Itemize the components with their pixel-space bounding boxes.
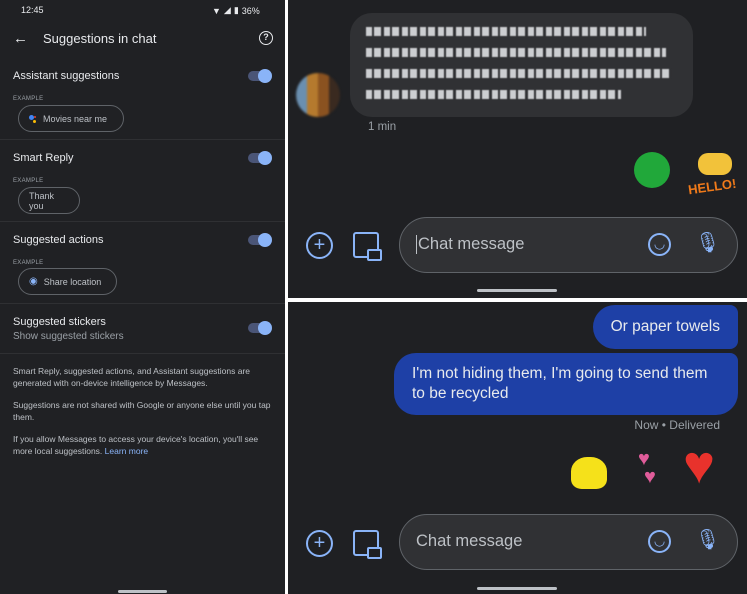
assistant-icon <box>29 114 37 123</box>
gallery-camera-icon[interactable] <box>353 530 382 559</box>
redacted-text-line <box>366 48 666 57</box>
outgoing-message-bubble[interactable]: I'm not hiding them, I'm going to send t… <box>394 353 738 415</box>
chat-message-input[interactable]: Chat message ◡ 🎙︎ <box>399 514 738 570</box>
redacted-text-line <box>366 27 646 36</box>
info-paragraph: Smart Reply, suggested actions, and Assi… <box>13 366 251 388</box>
info-paragraph: If you allow Messages to access your dev… <box>13 434 278 457</box>
wifi-icon: ▼ <box>212 5 221 16</box>
assistant-suggestions-label: Assistant suggestions <box>13 70 120 82</box>
info-paragraph: Suggestions are not shared with Google o… <box>13 400 271 422</box>
emoji-icon[interactable]: ◡ <box>648 233 671 256</box>
battery-icon: ▮ <box>233 5 239 15</box>
divider <box>0 221 285 222</box>
input-placeholder: Chat message <box>416 235 525 254</box>
page-title: Suggestions in chat <box>43 31 157 46</box>
yellow-animal-sticker[interactable] <box>571 457 607 489</box>
chip-share-location[interactable]: ◉ Share location <box>18 268 117 295</box>
home-indicator[interactable] <box>118 590 167 593</box>
suggested-actions-toggle[interactable] <box>248 233 272 247</box>
redacted-text-line <box>366 69 671 78</box>
suggested-stickers-toggle[interactable] <box>248 321 272 335</box>
heart-character-sticker[interactable]: ♥ <box>683 438 715 492</box>
suggested-stickers-label: Suggested stickers <box>13 316 106 328</box>
divider <box>0 303 285 304</box>
gallery-camera-icon[interactable] <box>353 232 382 261</box>
outgoing-message-bubble[interactable]: Or paper towels <box>592 305 738 349</box>
message-timestamp: 1 min <box>368 121 397 133</box>
home-indicator[interactable] <box>477 289 557 292</box>
learn-more-link[interactable]: Learn more <box>105 446 148 456</box>
incoming-message-bubble[interactable] <box>350 13 693 117</box>
redacted-text-line <box>366 90 621 99</box>
chip-label: Thank you <box>29 190 55 211</box>
chat-screen-top: 1 min HELLO! + Chat message ◡ 🎙︎ <box>288 0 747 298</box>
divider <box>0 139 285 140</box>
chat-screen-bottom: Or paper towels I'm not hiding them, I'm… <box>288 302 747 594</box>
microphone-icon[interactable]: 🎙︎ <box>695 230 720 255</box>
delivery-status: Now • Delivered <box>634 418 720 432</box>
add-attachment-icon[interactable]: + <box>306 530 333 557</box>
smart-reply-label: Smart Reply <box>13 152 74 164</box>
location-icon: ◉ <box>29 276 38 287</box>
contact-avatar[interactable] <box>296 73 340 117</box>
battery-level: 36% <box>241 5 260 16</box>
add-attachment-icon[interactable]: + <box>306 232 333 259</box>
hello-sticker[interactable]: HELLO! <box>686 153 738 197</box>
example-label: EXAMPLE <box>13 96 44 102</box>
divider <box>0 353 285 354</box>
assistant-suggestions-toggle[interactable] <box>248 69 272 83</box>
back-arrow-icon[interactable]: ← <box>13 30 28 47</box>
help-icon[interactable]: ? <box>259 31 273 45</box>
chat-message-input[interactable]: Chat message ◡ 🎙︎ <box>399 217 738 273</box>
example-label: EXAMPLE <box>13 260 44 266</box>
emoji-icon[interactable]: ◡ <box>648 530 671 553</box>
chip-label: Movies near me <box>43 113 108 124</box>
status-time: 12:45 <box>21 5 44 15</box>
example-label: EXAMPLE <box>13 178 44 184</box>
input-placeholder: Chat message <box>416 532 523 550</box>
status-icons: ▼ ◢ ▮ 36% <box>212 5 260 16</box>
suggested-stickers-subtitle: Show suggested stickers <box>13 331 124 342</box>
chip-label: Share location <box>43 276 102 287</box>
suggested-actions-label: Suggested actions <box>13 234 104 246</box>
smart-reply-toggle[interactable] <box>248 151 272 165</box>
chip-thank-you[interactable]: Thank you <box>18 187 80 214</box>
microphone-icon[interactable]: 🎙︎ <box>695 527 720 552</box>
chip-movies-near-me[interactable]: Movies near me <box>18 105 124 132</box>
signal-icon: ◢ <box>223 5 231 15</box>
home-indicator[interactable] <box>477 587 557 590</box>
settings-screen: 12:45 ▼ ◢ ▮ 36% ← Suggestions in chat ? Ass… <box>0 0 285 594</box>
green-sticker[interactable] <box>634 152 670 188</box>
hearts-sticker[interactable]: ♥ ♥ <box>638 449 656 487</box>
